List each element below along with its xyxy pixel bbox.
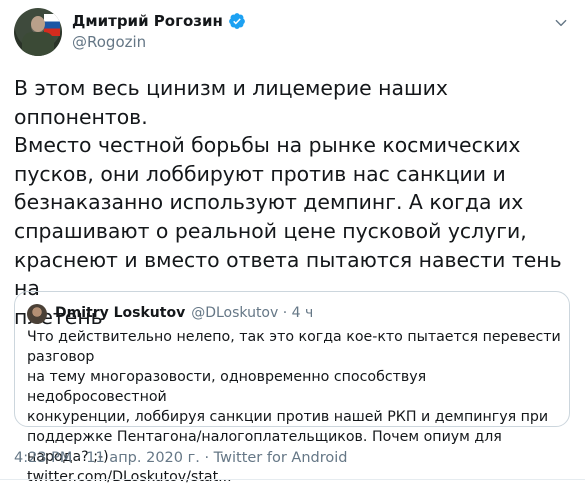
verified-badge-icon <box>228 13 245 29</box>
author-name-row[interactable]: Дмитрий Рогозин <box>72 12 246 30</box>
quoted-author-name: Dmitry Loskutov <box>55 305 186 321</box>
quoted-tweet[interactable]: Dmitry Loskutov @DLoskutov · 4 ч Что дейс… <box>14 291 570 485</box>
quoted-author-avatar <box>27 304 47 324</box>
author-handle[interactable]: @Rogozin <box>72 33 146 51</box>
tweet-source-link[interactable]: Twitter for Android <box>214 450 348 466</box>
quoted-author-handle-time: @DLoskutov · 4 ч <box>191 305 314 321</box>
tweet-timestamp[interactable]: 4:23 PM · 11 апр. 2020 г. <box>14 450 200 466</box>
tweet-meta: 4:23 PM · 11 апр. 2020 г. · Twitter for … <box>14 450 348 466</box>
author-display-name[interactable]: Дмитрий Рогозин <box>72 12 223 30</box>
author-avatar[interactable] <box>14 8 62 56</box>
meta-separator: · <box>199 450 214 466</box>
bottom-divider <box>0 479 585 480</box>
quoted-tweet-header: Dmitry Loskutov @DLoskutov · 4 ч <box>55 305 313 321</box>
chevron-down-icon[interactable] <box>554 16 568 30</box>
